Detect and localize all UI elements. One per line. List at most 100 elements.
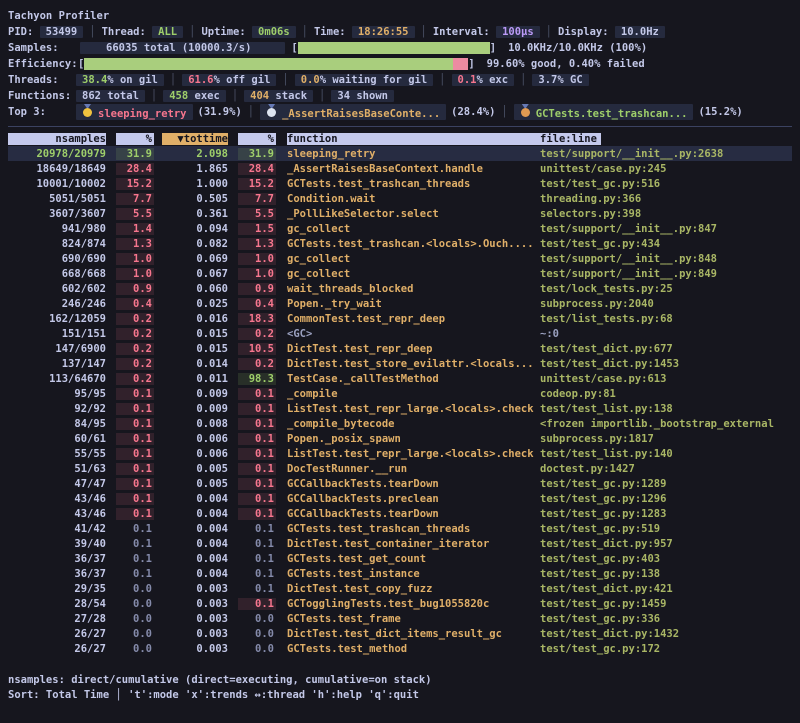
table-row[interactable]: 18649/1864928.41.86528.4_AssertRaisesBas… [8,161,792,176]
cell-fileline: threading.py:366 [540,193,792,205]
table-row[interactable]: 28/540.00.0030.1GCTogglingTests.test_bug… [8,596,792,611]
table-row[interactable]: 147/69000.20.01510.5DictTest.test_repr_d… [8,341,792,356]
table-row[interactable]: 246/2460.40.0250.4Popen._try_waitsubproc… [8,296,792,311]
cell-function: DictTest.test_repr_deep [287,343,540,355]
cell-function: Popen._try_wait [287,298,540,310]
cell-pct-direct: 0.2 [116,328,154,340]
cell-function: _compile [287,388,540,400]
top3-entry[interactable]: _AssertRaisesBaseConte... [260,104,446,120]
cell-tottime: 0.025 [162,298,228,310]
table-row[interactable]: 29/350.00.0030.1DictTest.test_copy_fuzzt… [8,581,792,596]
table-row[interactable]: 41/420.10.0040.1GCTests.test_trashcan_th… [8,521,792,536]
table-row[interactable]: 43/460.10.0040.1GCCallbackTests.tearDown… [8,506,792,521]
cell-pct-direct: 0.0 [116,613,154,625]
footer: nsamples: direct/cumulative (direct=exec… [8,672,792,702]
stat-value: 0.1 [458,74,477,86]
top3-entry[interactable]: sleeping_retry [76,104,193,120]
column-header-function[interactable]: function [287,133,540,145]
stat-value: 38.4 [82,74,107,86]
tachyon-profiler-app: Tachyon Profiler PID: 53499 │ Thread: AL… [0,0,800,702]
thread-value[interactable]: ALL [152,26,183,38]
stat-chip: 0.1% exc [452,74,515,86]
cell-pct-cumulative: 0.1 [238,448,276,460]
table-row[interactable]: 668/6681.00.0671.0gc_collecttest/support… [8,266,792,281]
table-row[interactable]: 26/270.00.0030.0DictTest.test_dict_items… [8,626,792,641]
table-row[interactable]: 27/280.00.0030.0GCTests.test_frametest/t… [8,611,792,626]
table-row[interactable]: 60/610.10.0060.1Popen._posix_spawnsubpro… [8,431,792,446]
table-row[interactable]: 113/646700.20.01198.3TestCase._callTestM… [8,371,792,386]
table-row[interactable]: 36/370.10.0040.1GCTests.test_instancetes… [8,566,792,581]
cell-fileline: codeop.py:81 [540,388,792,400]
table-row[interactable]: 162/120590.20.01618.3CommonTest.test_rep… [8,311,792,326]
cell-fileline: test/test_gc.py:336 [540,613,792,625]
cell-pct-cumulative: 0.2 [238,328,276,340]
cell-pct-direct: 7.7 [116,193,154,205]
stat-value: 404 [250,90,269,102]
cell-function: gc_collect [287,253,540,265]
samples-total: 66035 total (10000.3/s) [80,42,285,54]
cell-pct-direct: 0.1 [116,448,154,460]
cell-nsamples: 60/61 [8,433,106,445]
cell-nsamples: 51/63 [8,463,106,475]
table-row[interactable]: 151/1510.20.0150.2<GC>~:0 [8,326,792,341]
table-row[interactable]: 941/9801.40.0941.5gc_collecttest/support… [8,221,792,236]
separator: │ [302,26,308,38]
table-row[interactable]: 10001/1000215.21.00015.2GCTests.test_tra… [8,176,792,191]
table-row[interactable]: 43/460.10.0040.1GCCallbackTests.preclean… [8,491,792,506]
table-row[interactable]: 137/1470.20.0140.2DictTest.test_store_ev… [8,356,792,371]
separator: │ [546,26,552,38]
cell-fileline: subprocess.py:2040 [540,298,792,310]
stat-value: 61.6 [188,74,213,86]
cell-nsamples: 10001/10002 [8,178,106,190]
table-row[interactable]: 824/8741.30.0821.3GCTests.test_trashcan.… [8,236,792,251]
cell-tottime: 0.003 [162,583,228,595]
table-row[interactable]: 51/630.10.0050.1DocTestRunner.__rundocte… [8,461,792,476]
table-row[interactable]: 47/470.10.0050.1GCCallbackTests.tearDown… [8,476,792,491]
column-header-pct-cumulative[interactable]: % [238,133,276,145]
cell-fileline: test/test_dict.py:677 [540,343,792,355]
samples-line: Samples: 66035 total (10000.3/s) [ ] 10.… [8,40,792,56]
interval-label: Interval: [433,26,490,38]
cell-function: gc_collect [287,223,540,235]
stat-chip: 34 shown [331,90,394,102]
table-row[interactable]: 55/550.10.0060.1ListTest.test_repr_large… [8,446,792,461]
column-header-tottime-sorted[interactable]: ▼tottime [162,133,228,145]
table-row[interactable]: 690/6901.00.0691.0gc_collecttest/support… [8,251,792,266]
profiler-table-body: 20978/2097931.92.09831.9sleeping_retryte… [8,146,792,656]
table-row[interactable]: 5051/50517.70.5057.7Condition.waitthread… [8,191,792,206]
column-header-fileline[interactable]: file:line [540,133,792,145]
cell-pct-cumulative: 10.5 [238,343,276,355]
column-header-pct-direct[interactable]: % [116,133,154,145]
cell-nsamples: 39/40 [8,538,106,550]
cell-tottime: 0.004 [162,523,228,535]
top3-entry[interactable]: GCTests.test_trashcan... [514,104,694,120]
cell-fileline: test/test_gc.py:519 [540,523,792,535]
footer-legend: nsamples: direct/cumulative (direct=exec… [8,672,792,687]
cell-function: GCTests.test_instance [287,568,540,580]
table-row[interactable]: 39/400.10.0040.1DictTest.test_container_… [8,536,792,551]
cell-tottime: 0.008 [162,418,228,430]
stat-suffix: % waiting for gil [320,74,427,86]
cell-fileline: test/test_list.py:138 [540,403,792,415]
table-row[interactable]: 92/920.10.0090.1ListTest.test_repr_large… [8,401,792,416]
table-row[interactable]: 95/950.10.0090.1_compilecodeop.py:81 [8,386,792,401]
table-row[interactable]: 36/370.10.0040.1GCTests.test_get_countte… [8,551,792,566]
table-row[interactable]: 84/950.10.0080.1_compile_bytecode<frozen… [8,416,792,431]
top3-percent: (28.4%) [451,106,495,118]
table-row[interactable]: 26/270.00.0030.0GCTests.test_methodtest/… [8,641,792,656]
cell-tottime: 0.004 [162,553,228,565]
table-row[interactable]: 3607/36075.50.3615.5_PollLikeSelector.se… [8,206,792,221]
cell-pct-cumulative: 0.1 [238,433,276,445]
column-header-nsamples[interactable]: nsamples [8,133,106,145]
app-title: Tachyon Profiler [8,10,109,22]
table-row[interactable]: 602/6020.90.0600.9wait_threads_blockedte… [8,281,792,296]
separator: │ [282,74,288,86]
cell-fileline: test/lock_tests.py:25 [540,283,792,295]
cell-pct-cumulative: 1.5 [238,223,276,235]
threads-line: Threads: 38.4% on gil│61.6% off gil│0.0%… [8,72,792,88]
table-row[interactable]: 20978/2097931.92.09831.9sleeping_retryte… [8,146,792,161]
functions-label: Functions: [8,90,76,102]
stat-value: 34 [337,90,350,102]
status-line: PID: 53499 │ Thread: ALL │ Uptime: 0m06s… [8,24,792,40]
cell-nsamples: 95/95 [8,388,106,400]
